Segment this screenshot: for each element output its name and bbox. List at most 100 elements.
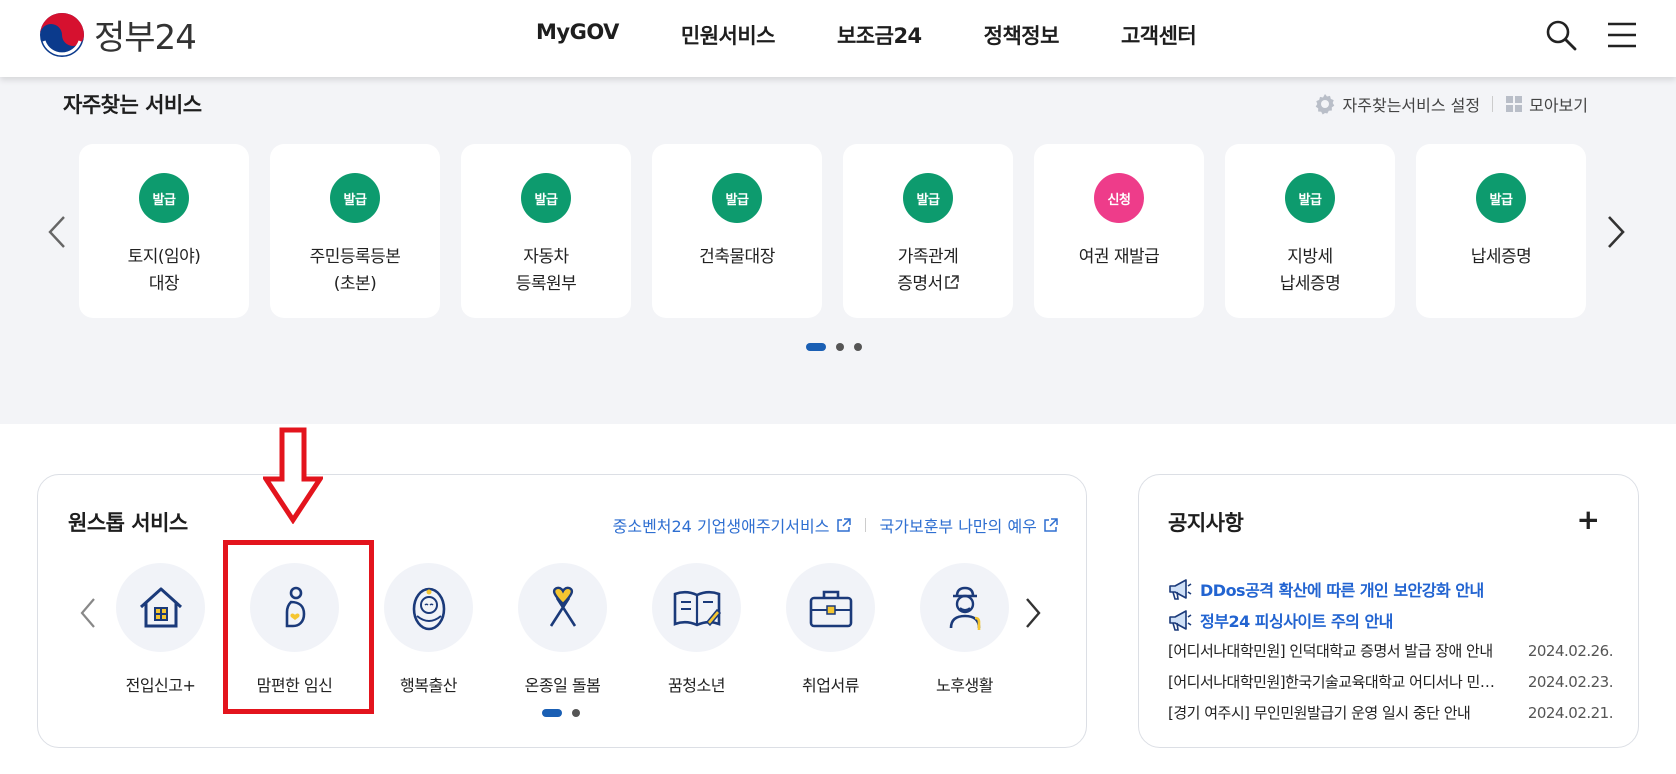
- pagination-dot-1[interactable]: [542, 709, 562, 717]
- baby-icon: [412, 587, 445, 630]
- onestop-icon-circle: [116, 563, 205, 652]
- external-link-icon: [944, 275, 959, 289]
- notice-item[interactable]: [경기 여주시] 무인민원발급기 운영 일시 중단 안내 2024.02.21.: [1168, 697, 1614, 728]
- onestop-item-job-documents[interactable]: 취업서류: [786, 563, 875, 696]
- issue-badge: 발급: [1476, 173, 1526, 223]
- settings-label: 자주찾는서비스 설정: [1342, 96, 1481, 115]
- onestop-item-retirement[interactable]: 노후생활: [920, 563, 1009, 696]
- service-card-vehicle-register[interactable]: 발급 자동차 등록원부: [461, 144, 631, 318]
- gear-icon: [1315, 94, 1334, 115]
- onestop-icon-circle: [786, 563, 875, 652]
- onestop-item-label: 온종일 돌봄: [524, 676, 601, 695]
- notice-more-button[interactable]: +: [1577, 503, 1600, 536]
- issue-badge: 발급: [903, 173, 953, 223]
- tools-divider: [1492, 96, 1494, 112]
- issue-badge: 발급: [712, 173, 762, 223]
- annotation-down-arrow: [263, 427, 323, 524]
- megaphone-icon: [1169, 578, 1192, 600]
- page: 정부24 MyGOV 민원서비스 보조금24 정책정보 고객센터 자주찾는 서비…: [0, 0, 1676, 774]
- service-card-local-tax-certificate[interactable]: 발급 지방세 납세증명: [1225, 144, 1395, 318]
- search-icon[interactable]: [1544, 18, 1578, 52]
- onestop-services-panel: 원스톱 서비스 중소벤처24 기업생애주기서비스 국가보훈부 나만의 예우 전입…: [37, 474, 1087, 748]
- pagination-dot-2[interactable]: [572, 709, 580, 717]
- onestop-item-youth[interactable]: 꿈청소년: [652, 563, 741, 696]
- issue-badge: 발급: [330, 173, 380, 223]
- frequent-services-settings-button[interactable]: 자주찾는서비스 설정: [1313, 92, 1481, 116]
- service-card-family-certificate[interactable]: 발급 가족관계 증명서: [843, 144, 1013, 318]
- frequent-service-cards: 발급 토지(임야) 대장 발급 주민등록등본 (초본) 발급 자동차 등록원부 발급 …: [79, 144, 1586, 318]
- hamburger-menu-icon[interactable]: [1605, 18, 1639, 52]
- notice-item-text: [어디서나대학민원] 인덕대학교 증명서 발급 장애 안내: [1168, 642, 1493, 660]
- onestop-icon-circle: [920, 563, 1009, 652]
- nav-policy-info[interactable]: 정책정보: [984, 20, 1060, 50]
- notice-item-date: 2024.02.23.: [1527, 672, 1614, 691]
- chevron-left-icon: [48, 216, 65, 248]
- issue-badge: 발급: [521, 173, 571, 223]
- service-card-label: 납세증명: [1470, 247, 1532, 267]
- view-all-label: 모아보기: [1529, 96, 1588, 115]
- service-card-passport-reissue[interactable]: 신청 여권 재발급: [1034, 144, 1204, 318]
- notice-list: DDos공격 확산에 따른 개인 보안강화 안내 정부24 피싱사이트 주의 안…: [1168, 573, 1614, 728]
- service-card-label: 지방세 납세증명: [1279, 247, 1341, 294]
- frequent-next-button[interactable]: [1601, 212, 1631, 252]
- gov24-logo[interactable]: 정부24: [38, 10, 197, 59]
- frequent-prev-button[interactable]: [42, 212, 72, 252]
- megaphone-icon: [1169, 609, 1192, 631]
- nav-subsidy24[interactable]: 보조금24: [837, 20, 922, 50]
- pagination-dot-2[interactable]: [836, 343, 844, 351]
- pagination-dot-3[interactable]: [854, 343, 862, 351]
- briefcase-icon: [809, 590, 852, 627]
- service-card-land-register[interactable]: 발급 토지(임야) 대장: [79, 144, 249, 318]
- onestop-pagination: [542, 709, 580, 717]
- external-link-icon: [836, 518, 851, 532]
- service-card-building-register[interactable]: 발급 건축물대장: [652, 144, 822, 318]
- veterans-honor-link[interactable]: 국가보훈부 나만의 예우: [880, 513, 1058, 537]
- issue-badge: 발급: [1285, 173, 1335, 223]
- notice-item-date: 2024.02.21.: [1527, 703, 1614, 722]
- chevron-right-icon: [1026, 598, 1041, 628]
- ribbon-heart-icon: [549, 586, 576, 627]
- taegeuk-logo-icon: [40, 12, 84, 57]
- nav-mygov[interactable]: MyGOV: [536, 20, 619, 50]
- logo-text: 정부24: [94, 18, 197, 58]
- notice-title: 공지사항: [1168, 511, 1244, 535]
- view-all-button[interactable]: 모아보기: [1505, 92, 1588, 116]
- frequent-pagination: [806, 343, 862, 351]
- site-header: 정부24 MyGOV 민원서비스 보조금24 정책정보 고객센터: [0, 0, 1676, 77]
- house-icon: [139, 587, 182, 627]
- service-card-label: 주민등록등본 (초본): [309, 247, 401, 294]
- notice-item-text: [어디서나대학민원]한국기술교육대학교 어디서나 민원 서비스 중단 안내: [1168, 673, 1508, 691]
- onestop-links: 중소벤처24 기업생애주기서비스 국가보훈부 나만의 예우: [613, 513, 1058, 537]
- onestop-item-label: 행복출산: [400, 676, 457, 695]
- main-nav: MyGOV 민원서비스 보조금24 정책정보 고객센터: [536, 20, 1258, 50]
- issue-badge: 발급: [139, 173, 189, 223]
- service-card-tax-certificate[interactable]: 발급 납세증명: [1416, 144, 1586, 318]
- service-card-label: 가족관계 증명서: [897, 247, 959, 294]
- onestop-item-allday-care[interactable]: 온종일 돌봄: [518, 563, 607, 696]
- onestop-item-move-in[interactable]: 전입신고+: [116, 563, 205, 696]
- nav-civil-service[interactable]: 민원서비스: [681, 20, 776, 50]
- service-card-resident-register[interactable]: 발급 주민등록등본 (초본): [270, 144, 440, 318]
- onestop-next-button[interactable]: [1018, 593, 1048, 633]
- smes24-lifecycle-link[interactable]: 중소벤처24 기업생애주기서비스: [613, 513, 851, 537]
- onestop-icon-circle: [652, 563, 741, 652]
- notice-item-text: [경기 여주시] 무인민원발급기 운영 일시 중단 안내: [1168, 704, 1471, 722]
- notice-panel: 공지사항 + DDos공격 확산에 따른 개인 보안강화 안내 정부24 피싱사…: [1138, 474, 1639, 748]
- onestop-item-label: 전입신고+: [125, 676, 196, 695]
- notice-item[interactable]: [어디서나대학민원]한국기술교육대학교 어디서나 민원 서비스 중단 안내 20…: [1168, 666, 1614, 697]
- notice-item-date: 2024.02.26.: [1527, 641, 1614, 660]
- service-card-label: 토지(임야) 대장: [127, 247, 201, 294]
- onestop-icon-circle: [384, 563, 473, 652]
- onestop-item-birth[interactable]: 행복출산: [384, 563, 473, 696]
- pagination-dot-1[interactable]: [806, 343, 826, 351]
- notice-highlight-item[interactable]: 정부24 피싱사이트 주의 안내: [1168, 604, 1613, 635]
- onestop-item-label: 꿈청소년: [668, 676, 725, 695]
- open-book-icon: [673, 590, 721, 626]
- apply-badge: 신청: [1094, 173, 1144, 223]
- notice-highlight-item[interactable]: DDos공격 확산에 따른 개인 보안강화 안내: [1168, 573, 1613, 604]
- onestop-prev-button[interactable]: [73, 593, 103, 633]
- nav-customer-center[interactable]: 고객센터: [1121, 20, 1197, 50]
- frequent-services-tools: 자주찾는서비스 설정 모아보기: [1313, 92, 1588, 116]
- notice-item[interactable]: [어디서나대학민원] 인덕대학교 증명서 발급 장애 안내 2024.02.26…: [1168, 635, 1614, 666]
- links-divider: [864, 518, 866, 532]
